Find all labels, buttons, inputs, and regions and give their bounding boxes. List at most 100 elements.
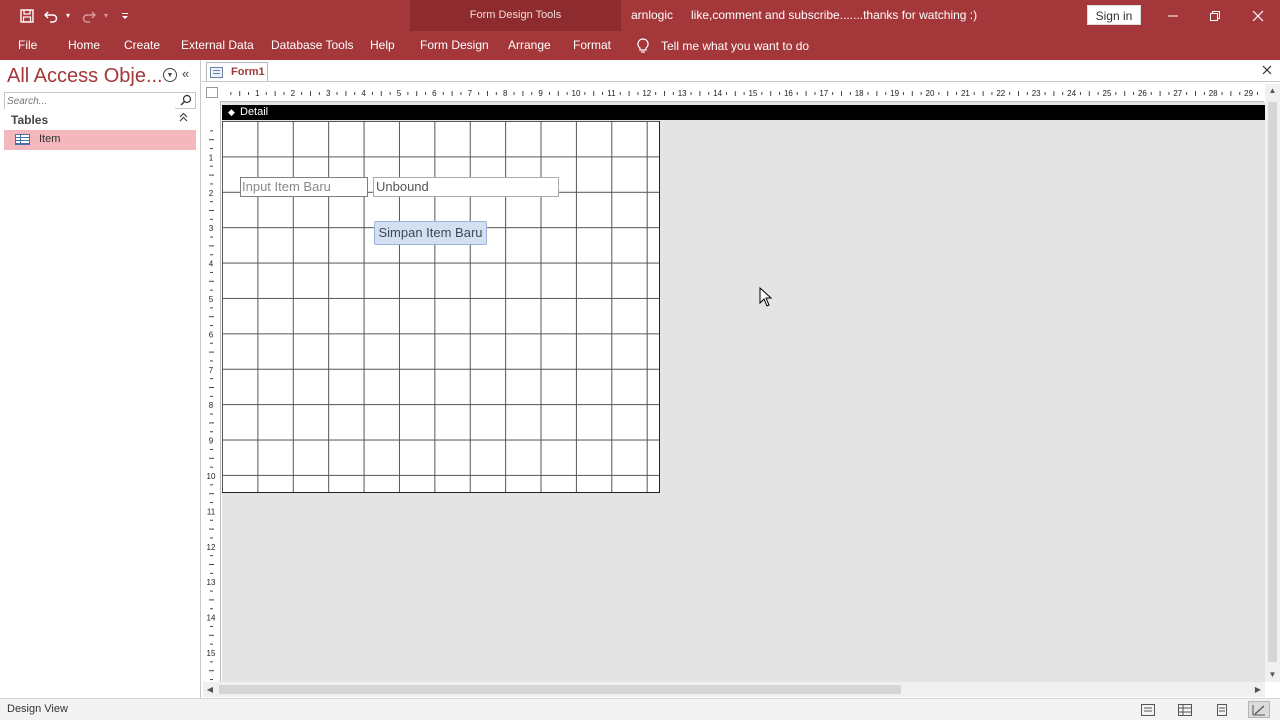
undo-dropdown-icon[interactable]: ▾: [62, 11, 74, 20]
tell-me-label: Tell me what you want to do: [661, 38, 810, 53]
undo-icon[interactable]: [40, 5, 62, 27]
ruler-tick-label: 14: [713, 89, 722, 98]
nav-group-tables[interactable]: Tables: [4, 112, 196, 129]
ruler-tick-label: 19: [890, 89, 899, 98]
ruler-tick-label: 12: [642, 89, 651, 98]
window-caption: like,comment and subscribe.......thanks …: [691, 8, 978, 22]
redo-dropdown-icon: ▾: [103, 11, 108, 20]
status-view-label: Design View: [7, 703, 68, 715]
tab-arrange[interactable]: Arrange: [508, 31, 551, 60]
ruler-tick-label: 15: [749, 89, 758, 98]
ruler-tick-label: 24: [1067, 89, 1076, 98]
vertical-scrollbar[interactable]: ▲ ▼: [1265, 84, 1280, 682]
save-icon[interactable]: [16, 5, 38, 27]
lightbulb-icon: [634, 37, 652, 54]
tab-home[interactable]: Home: [68, 31, 100, 60]
sign-in-button[interactable]: Sign in: [1087, 5, 1141, 25]
tab-file[interactable]: File: [18, 31, 37, 60]
shutter-bar-collapse-icon[interactable]: «: [182, 66, 189, 81]
scroll-right-icon[interactable]: ▶: [1251, 682, 1265, 697]
section-arrow-icon: ◆: [228, 107, 235, 117]
tell-me-search[interactable]: Tell me what you want to do: [634, 31, 809, 60]
vertical-ruler: 1 2 3 4 5 6 7 8 9 10 11 12 13 14 15: [203, 102, 221, 682]
ruler-tick-label: 2: [291, 89, 296, 98]
ruler-tick-label: 15: [207, 649, 216, 658]
ruler-tick-label: 26: [1138, 89, 1147, 98]
contextual-tools-label: Form Design Tools: [469, 9, 562, 21]
ruler-tick-label: 9: [209, 437, 214, 446]
design-view-icon[interactable]: [1248, 701, 1270, 718]
status-bar: Design View: [0, 698, 1280, 720]
user-name: arnlogic: [631, 8, 674, 22]
command-button-control[interactable]: Simpan Item Baru: [374, 221, 487, 245]
nav-item-label: Item: [39, 133, 61, 145]
tab-external-data[interactable]: External Data: [181, 31, 254, 60]
scroll-up-icon[interactable]: ▲: [1265, 84, 1280, 98]
ruler-tick-label: 1: [209, 153, 214, 162]
minimize-icon[interactable]: [1153, 0, 1193, 31]
ruler-tick-label: 8: [209, 401, 214, 410]
nav-pane-title[interactable]: All Access Obje...: [7, 65, 163, 88]
ruler-tick-label: 16: [784, 89, 793, 98]
horizontal-ruler: 1 2 3 4 5 6 7 8 9 10 11 12 13 14 15 16 17 18 19 20 21 22 23 24 2…: [220, 84, 1264, 102]
ruler-tick-label: 18: [855, 89, 864, 98]
document-tab-label: Form1: [231, 66, 265, 78]
scroll-left-icon[interactable]: ◀: [203, 682, 217, 697]
ruler-tick-label: 7: [468, 89, 473, 98]
ruler-tick-label: 11: [207, 507, 216, 516]
ruler-tick-label: 5: [397, 89, 402, 98]
ruler-tick-label: 10: [572, 89, 581, 98]
ruler-tick-label: 4: [361, 89, 366, 98]
ruler-tick-label: 9: [538, 89, 543, 98]
tab-database-tools[interactable]: Database Tools: [271, 31, 354, 60]
ruler-tick-label: 25: [1103, 89, 1112, 98]
ruler-tick-label: 3: [209, 224, 214, 233]
horizontal-scrollbar[interactable]: ◀ ▶: [203, 682, 1265, 697]
nav-menu-dropdown-icon[interactable]: ▼: [163, 68, 177, 82]
ruler-tick-label: 22: [996, 89, 1005, 98]
close-document-icon[interactable]: [1262, 63, 1272, 78]
tab-help[interactable]: Help: [370, 31, 395, 60]
ruler-tick-label: 11: [607, 89, 616, 98]
tab-divider: [202, 81, 1280, 82]
form-icon: [210, 67, 223, 78]
collapse-group-icon[interactable]: [179, 112, 188, 125]
ruler-tick-label: 28: [1209, 89, 1218, 98]
ruler-tick-label: 5: [209, 295, 214, 304]
detail-section-header[interactable]: ◆ Detail: [222, 105, 1265, 120]
form-selector[interactable]: [204, 84, 219, 100]
tab-form1[interactable]: Form1: [206, 62, 268, 82]
ruler-tick-label: 1: [255, 89, 260, 98]
restore-icon[interactable]: [1195, 0, 1235, 31]
nav-search-input[interactable]: [5, 94, 175, 109]
redo-icon: [78, 5, 100, 27]
nav-group-label: Tables: [11, 113, 49, 127]
tab-format[interactable]: Format: [573, 31, 611, 60]
navigation-pane: All Access Obje... ▼ « Tables Item: [0, 60, 201, 698]
ruler-tick-label: 13: [207, 578, 216, 587]
nav-item-item-table[interactable]: Item: [4, 130, 196, 150]
vertical-scroll-thumb[interactable]: [1268, 102, 1277, 662]
ruler-tick-label: 4: [209, 260, 214, 269]
datasheet-view-icon[interactable]: [1174, 701, 1196, 718]
close-window-icon[interactable]: [1238, 0, 1278, 31]
detail-section-label: Detail: [240, 106, 269, 118]
textbox-control[interactable]: Unbound: [373, 177, 559, 197]
horizontal-scroll-thumb[interactable]: [219, 685, 901, 694]
ruler-tick-label: 7: [209, 366, 214, 375]
customize-toolbar-icon[interactable]: [118, 12, 132, 20]
tab-create[interactable]: Create: [124, 31, 160, 60]
layout-view-icon[interactable]: [1211, 701, 1233, 718]
ruler-tick-label: 23: [1032, 89, 1041, 98]
form-view-icon[interactable]: [1137, 701, 1159, 718]
mouse-cursor-icon: [759, 286, 773, 310]
nav-search-box: [4, 92, 196, 109]
label-control[interactable]: Input Item Baru: [240, 177, 368, 197]
search-icon[interactable]: [180, 94, 192, 109]
ruler-tick-label: 17: [819, 89, 828, 98]
ruler-tick-label: 14: [207, 614, 216, 623]
scroll-down-icon[interactable]: ▼: [1265, 668, 1280, 682]
ruler-tick-label: 21: [961, 89, 970, 98]
table-icon: [15, 134, 30, 145]
tab-form-design[interactable]: Form Design: [420, 31, 489, 60]
